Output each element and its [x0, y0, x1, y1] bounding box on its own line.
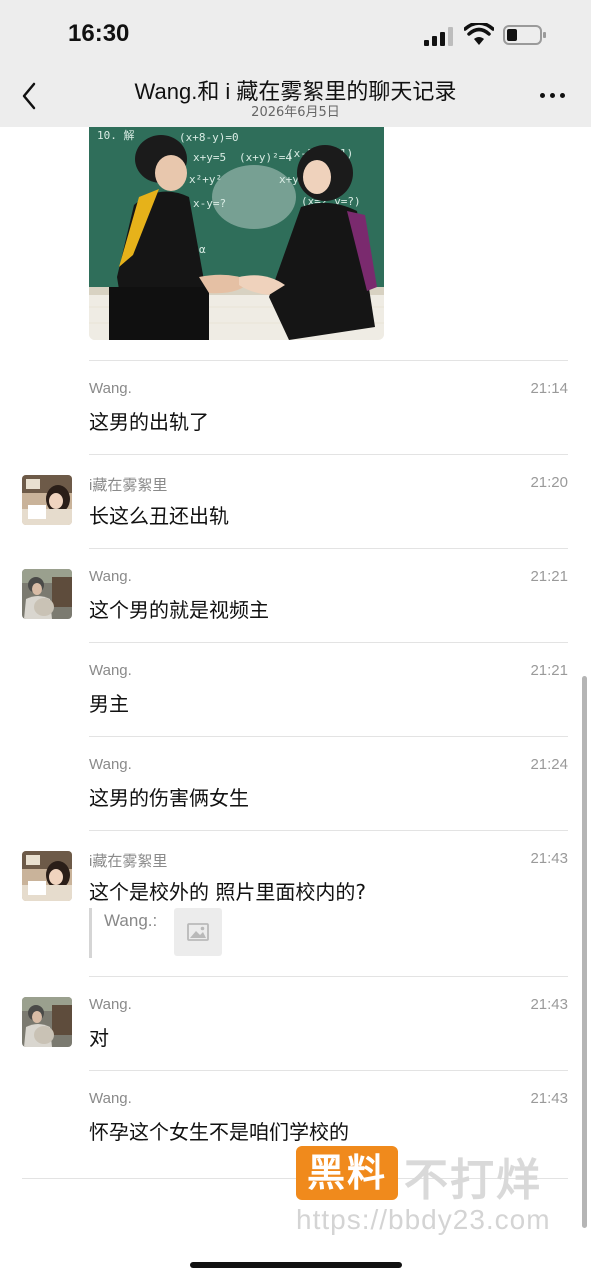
message-divider: [89, 360, 568, 361]
sender-name: Wang.: [89, 756, 132, 773]
message-time: 21:20: [530, 474, 568, 491]
board-text: x-y=?: [193, 197, 226, 210]
image-icon: [187, 923, 209, 941]
chevron-left-icon: [22, 82, 36, 110]
watermark-url: https://bbdy23.com: [296, 1204, 551, 1235]
top-bar: 16:30 Wang.和 i 藏在雾絮里的聊天记录 2026年6月5日: [0, 0, 591, 127]
more-dots-icon: [540, 93, 545, 98]
avatar-i[interactable]: [22, 475, 72, 525]
home-indicator[interactable]: [190, 1262, 402, 1268]
avatar-image: [22, 475, 72, 525]
chat-photo[interactable]: 10. 解 (x+8-y)=0 x+y=5 (x+y)²=4 x²+y² x-y…: [89, 127, 384, 340]
battery-icon: [503, 25, 546, 45]
message-text[interactable]: 这男的伤害俩女生: [89, 782, 249, 811]
avatar-i[interactable]: [22, 851, 72, 901]
board-text: 10. 解: [97, 128, 135, 142]
back-button[interactable]: [14, 76, 50, 116]
scrollbar[interactable]: [582, 676, 587, 1228]
message-text[interactable]: 长这么丑还出轨: [89, 500, 229, 529]
message-divider: [89, 830, 568, 831]
board-text: x²+y²: [189, 173, 222, 186]
message-text[interactable]: 这个男的就是视频主: [89, 594, 269, 623]
wifi-icon: [464, 23, 494, 45]
sender-name: Wang.: [89, 1090, 132, 1107]
message-divider: [89, 1070, 568, 1071]
message-time: 21:43: [530, 1090, 568, 1107]
message-divider: [89, 642, 568, 643]
quote-thumbnail[interactable]: [174, 908, 222, 956]
message-text[interactable]: 这个是校外的 照片里面校内的?: [89, 876, 366, 905]
message-text[interactable]: 男主: [89, 688, 129, 717]
watermark-logo: 黑料: [296, 1146, 398, 1200]
message-divider: [89, 454, 568, 455]
message-text[interactable]: 这男的出轨了: [89, 406, 209, 435]
watermark-text: 不打烊: [404, 1155, 542, 1206]
message-text[interactable]: 对: [89, 1022, 109, 1051]
graduation-photo: 10. 解 (x+8-y)=0 x+y=5 (x+y)²=4 x²+y² x-y…: [89, 127, 384, 340]
message-text[interactable]: 怀孕这个女生不是咱们学校的: [89, 1116, 349, 1145]
message-time: 21:43: [530, 996, 568, 1013]
sender-name: i藏在雾絮里: [89, 853, 168, 870]
signal-icon: [424, 26, 456, 46]
avatar-image: [22, 569, 72, 619]
message-time: 21:24: [530, 756, 568, 773]
message-divider: [89, 548, 568, 549]
avatar-wang[interactable]: [22, 569, 72, 619]
board-text: α: [199, 243, 206, 256]
message-time: 21:21: [530, 568, 568, 585]
sender-name: Wang.: [89, 568, 132, 585]
message-time: 21:43: [530, 850, 568, 867]
sender-name: Wang.: [89, 662, 132, 679]
status-time: 16:30: [68, 20, 130, 47]
avatar-wang[interactable]: [22, 997, 72, 1047]
board-text: (x+8-y)=0: [179, 131, 239, 144]
sender-name: Wang.: [89, 380, 132, 397]
avatar-image: [22, 851, 72, 901]
avatar-image: [22, 997, 72, 1047]
page-subtitle: 2026年6月5日: [251, 105, 340, 120]
sender-name: i藏在雾絮里: [89, 477, 168, 494]
board-text: x+y=5: [193, 151, 226, 164]
message-divider: [89, 736, 568, 737]
message-divider: [89, 976, 568, 977]
message-time: 21:14: [530, 380, 568, 397]
board-text: (x+y)²=4: [239, 151, 292, 164]
quoted-message[interactable]: Wang.:: [89, 908, 229, 958]
quote-sender: Wang.:: [104, 911, 158, 930]
sender-name: Wang.: [89, 996, 132, 1013]
more-button[interactable]: [532, 80, 572, 110]
message-time: 21:21: [530, 662, 568, 679]
